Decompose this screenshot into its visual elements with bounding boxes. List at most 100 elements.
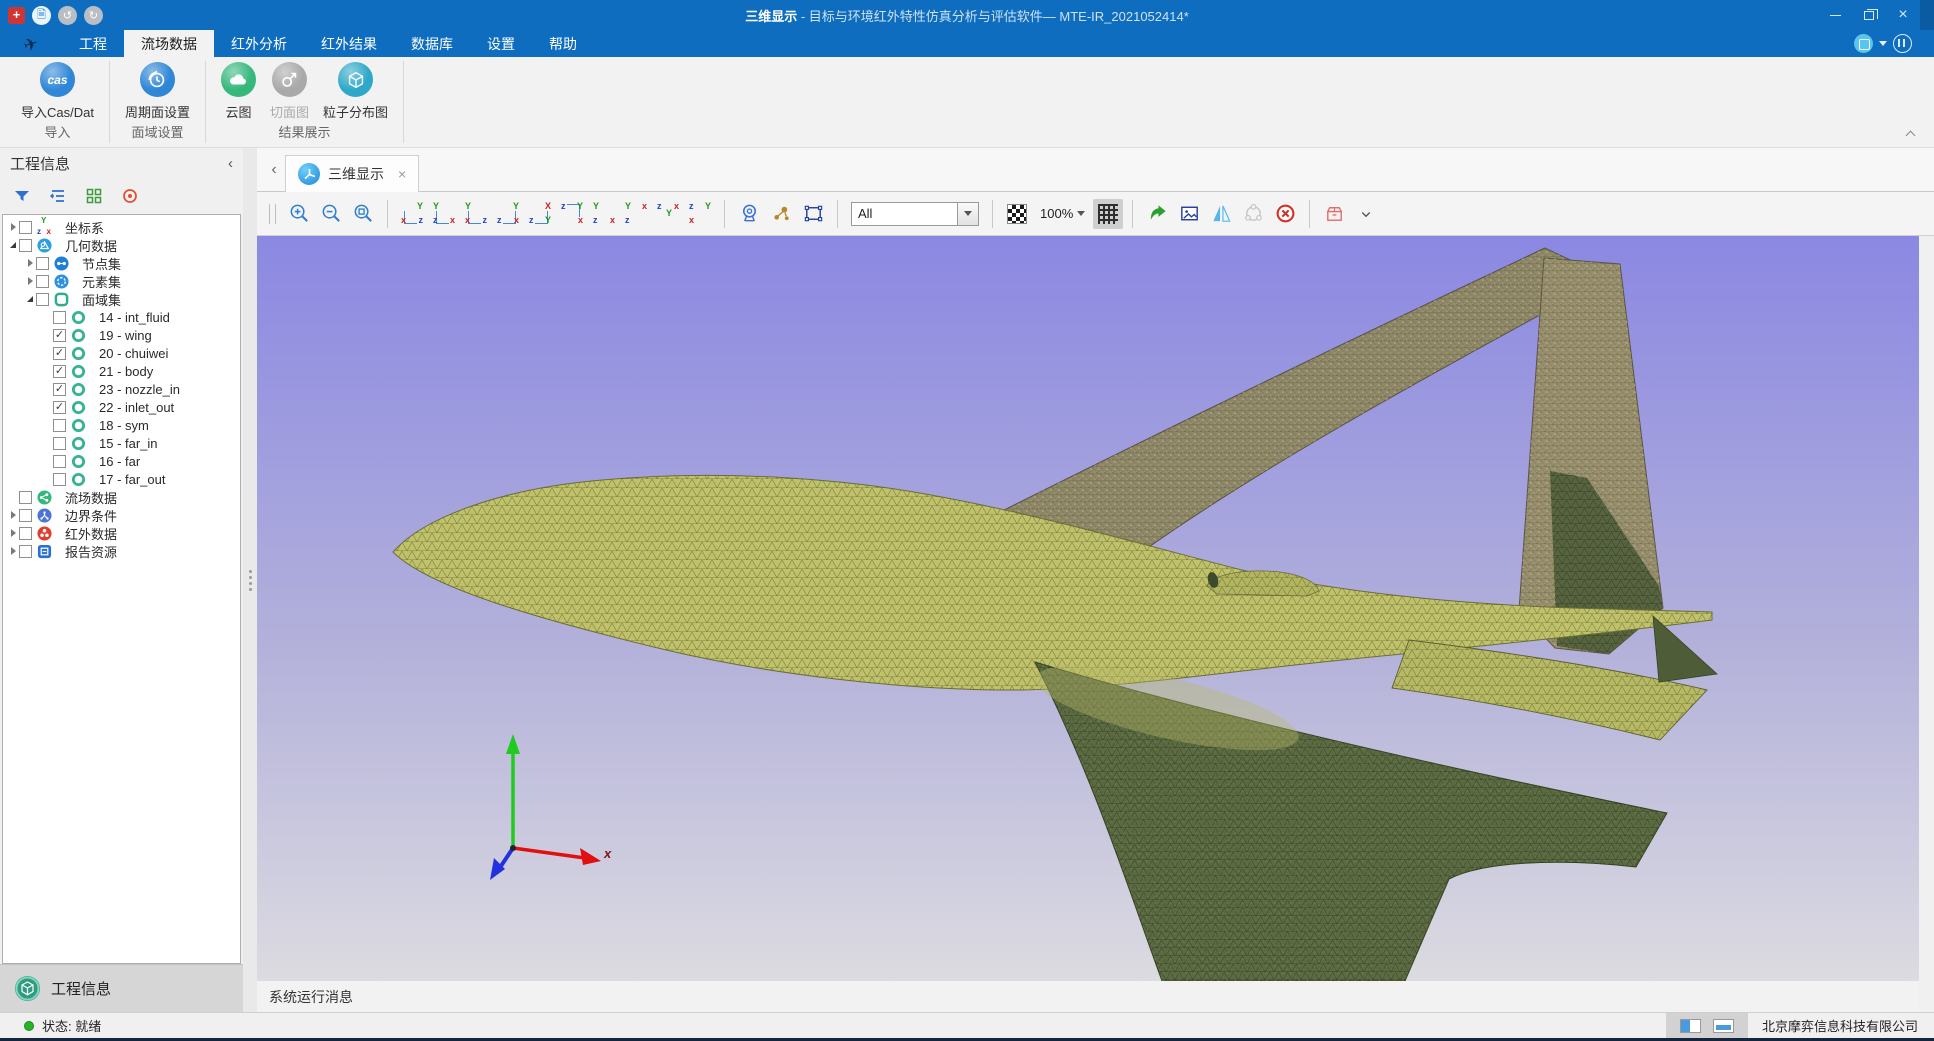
visibility-checkbox[interactable]: ✓ [53,347,66,360]
view-orientation-button-6[interactable]: zYx [557,199,587,229]
expander-icon[interactable] [24,259,36,267]
expander-icon[interactable] [7,242,19,248]
locate-icon[interactable] [120,187,140,205]
tree-item[interactable]: 面域集 [3,290,240,308]
tree-item[interactable]: 节点集 [3,254,240,272]
visibility-checkbox[interactable] [53,473,66,486]
panel-collapse-icon[interactable]: ‹ [228,155,233,172]
select-box-button[interactable] [798,199,828,229]
view-orientation-button-8[interactable]: Yxz [621,199,651,229]
visibility-checkbox[interactable] [19,545,32,558]
visibility-checkbox[interactable] [53,455,66,468]
expander-icon[interactable] [7,547,19,555]
zoom-out-button[interactable] [316,199,346,229]
tree-item[interactable]: 流场数据 [3,488,240,506]
combobox-dropdown-icon[interactable] [957,203,978,225]
tree-item[interactable]: ✓21 - body [3,362,240,380]
toolbar-drag-handle[interactable] [269,204,276,224]
view-orientation-button-9[interactable]: zYx [653,199,683,229]
menu-tab-1[interactable]: 流场数据 [124,30,214,57]
layout-left-panel-icon[interactable] [1680,1019,1701,1033]
tree-item[interactable]: ✓23 - nozzle_in [3,380,240,398]
menu-tab-4[interactable]: 数据库 [394,30,470,57]
cancel-button[interactable] [1270,199,1300,229]
panel-splitter[interactable] [243,148,257,1012]
tree-item[interactable]: 边界条件 [3,506,240,524]
view-orientation-button-7[interactable]: Yzx [589,199,619,229]
ribbon-button-cas[interactable]: cas导入Cas/Dat [14,62,101,121]
menu-tab-6[interactable]: 帮助 [532,30,594,57]
grid-button[interactable] [1093,199,1123,229]
tree-item[interactable]: 14 - int_fluid [3,308,240,326]
expander-icon[interactable] [7,529,19,537]
view-orientation-button-4[interactable]: Yzx [493,199,523,229]
maximize-button[interactable] [1852,3,1886,27]
mirror-button[interactable] [1206,199,1236,229]
ribbon-button-slice[interactable]: 切面图 [263,62,316,121]
tree-item[interactable]: 元素集 [3,272,240,290]
bottom-tab-project-info[interactable]: 工程信息 [0,964,243,1012]
view-orientation-button-1[interactable]: Yxz [397,199,427,229]
view-orientation-button-5[interactable]: XzY [525,199,555,229]
tree-item[interactable]: 18 - sym [3,416,240,434]
ribbon-collapse-icon[interactable] [1906,129,1916,139]
save-document-icon[interactable]: 🗎 [32,6,51,25]
share-arrow-button[interactable] [1142,199,1172,229]
zoom-fit-button[interactable] [348,199,378,229]
grid-icon[interactable] [84,187,104,205]
zoom-in-button[interactable] [284,199,314,229]
menu-tab-0[interactable]: 工程 [62,30,124,57]
tab-3d-display[interactable]: 三维显示 × [285,155,419,192]
package-button[interactable] [1319,199,1349,229]
expander-icon[interactable] [7,511,19,519]
nodes-circle-button[interactable] [1238,199,1268,229]
zoom-level-dropdown[interactable]: 100% [1034,206,1091,221]
molecule-button[interactable] [766,199,796,229]
checkerboard-button[interactable] [1002,199,1032,229]
tree-item[interactable]: 15 - far_in [3,434,240,452]
visibility-checkbox[interactable] [36,257,49,270]
tree-item[interactable]: 16 - far [3,452,240,470]
ribbon-button-cloud[interactable]: 云图 [214,62,263,121]
redo-icon[interactable]: ↻ [84,6,103,25]
app-icon[interactable]: + [8,7,25,24]
chevron-down-button[interactable] [1351,199,1381,229]
visibility-checkbox[interactable] [53,419,66,432]
view-orientation-button-2[interactable]: Yzx [429,199,459,229]
visibility-checkbox[interactable]: ✓ [53,401,66,414]
visibility-checkbox[interactable] [36,275,49,288]
expander-icon[interactable] [7,223,19,231]
filter-icon[interactable] [12,187,32,205]
tree-item[interactable]: 红外数据 [3,524,240,542]
viewport-3d[interactable]: x [257,236,1919,981]
ribbon-button-cube[interactable]: 粒子分布图 [316,62,395,121]
view-orientation-button-10[interactable]: zxY [685,199,715,229]
visibility-checkbox[interactable] [19,221,32,234]
tree-item[interactable]: 几何数据 [3,236,240,254]
manual-icon[interactable] [1893,34,1912,53]
visibility-checkbox[interactable] [19,491,32,504]
layout-bottom-panel-icon[interactable] [1713,1019,1734,1033]
image-button[interactable] [1174,199,1204,229]
screen-style-icon[interactable] [1854,34,1873,53]
visibility-checkbox[interactable] [19,527,32,540]
tree-item[interactable]: ✓20 - chuiwei [3,344,240,362]
tree-item[interactable]: 17 - far_out [3,470,240,488]
visibility-checkbox[interactable] [36,293,49,306]
display-filter-combobox[interactable]: All [851,202,979,226]
undo-icon[interactable]: ↺ [58,6,77,25]
tree-item[interactable]: 报告资源 [3,542,240,560]
ribbon-button-clock[interactable]: 周期面设置 [118,62,197,121]
menu-tab-3[interactable]: 红外结果 [304,30,394,57]
view-orientation-button-3[interactable]: Yxz [461,199,491,229]
visibility-checkbox[interactable] [19,239,32,252]
visibility-checkbox[interactable] [19,509,32,522]
outline-icon[interactable] [48,187,68,205]
camera-button[interactable] [734,199,764,229]
visibility-checkbox[interactable] [53,311,66,324]
expander-icon[interactable] [24,277,36,285]
visibility-checkbox[interactable]: ✓ [53,329,66,342]
menu-tab-5[interactable]: 设置 [470,30,532,57]
visibility-checkbox[interactable]: ✓ [53,365,66,378]
tree-item[interactable]: ✓19 - wing [3,326,240,344]
